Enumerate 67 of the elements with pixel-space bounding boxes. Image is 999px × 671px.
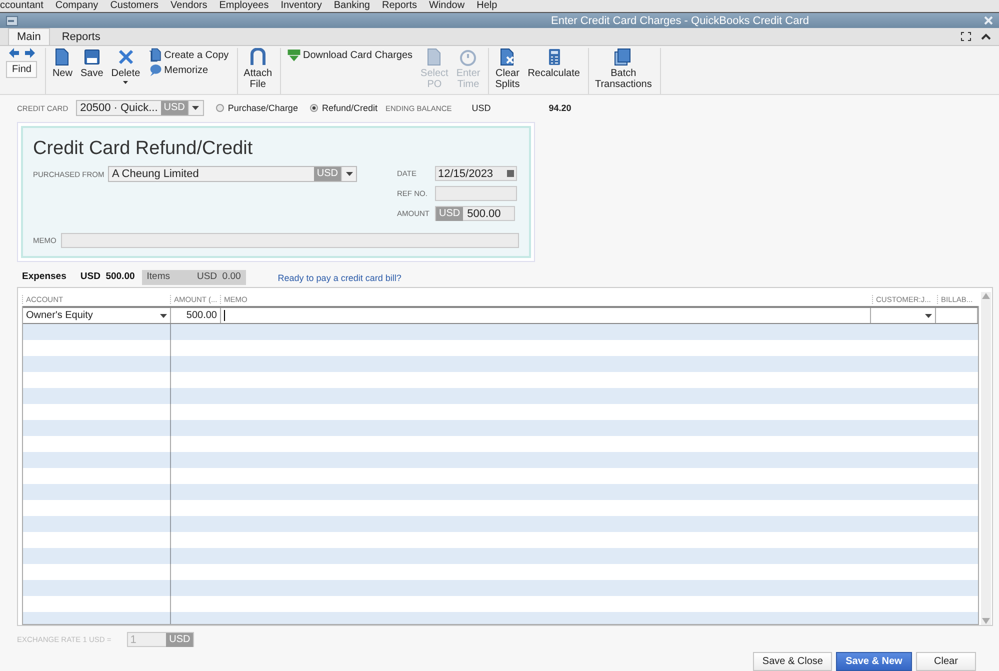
vendor-dropdown[interactable]: A Cheung Limited USD: [108, 166, 357, 182]
menu-item[interactable]: ccountant: [0, 0, 44, 12]
toolbar-button[interactable]: Recalculate: [528, 48, 580, 79]
menu-item[interactable]: Banking: [334, 0, 370, 12]
action-button[interactable]: Save & Close: [753, 652, 832, 671]
radio-button[interactable]: [216, 104, 224, 112]
action-button[interactable]: Save & New: [836, 652, 912, 671]
window-title: Enter Credit Card Charges - QuickBooks Credit Card: [550, 14, 810, 26]
date-field[interactable]: 12/15/2023: [435, 166, 517, 181]
ref-number-field[interactable]: [435, 186, 517, 201]
toolbar-button[interactable]: Attach File: [244, 48, 272, 90]
expand-icon[interactable]: [961, 32, 971, 41]
toolbar-button[interactable]: Delete: [111, 48, 140, 84]
menu-item[interactable]: Company: [55, 0, 98, 12]
credit-card-bill-link[interactable]: Ready to pay a credit card bill?: [278, 272, 402, 282]
menu-item[interactable]: Reports: [382, 0, 418, 12]
toolbar-button[interactable]: Memorize: [148, 63, 229, 77]
speech-bubble-icon: [148, 63, 162, 77]
menu-item[interactable]: Customers: [110, 0, 159, 12]
memo-field[interactable]: [61, 233, 519, 248]
ending-balance-value: 94.20: [548, 103, 572, 113]
stopwatch-icon: [459, 48, 478, 66]
toolbar-button[interactable]: Save: [80, 48, 104, 79]
toolbar-button[interactable]: Batch Transactions: [594, 48, 652, 90]
memo-cell[interactable]: [221, 308, 871, 323]
currency-code: USD: [472, 103, 491, 113]
toolbar-button[interactable]: Clear Splits: [495, 48, 520, 90]
stacked-documents-icon: [614, 48, 632, 66]
toolbar-button[interactable]: Create a Copy: [148, 48, 229, 62]
dropdown-arrow-icon[interactable]: [192, 106, 200, 110]
radio-button[interactable]: [310, 104, 318, 112]
find-button[interactable]: Find: [6, 61, 38, 78]
download-icon: [287, 48, 302, 62]
radio-option[interactable]: Purchase/Charge: [216, 103, 298, 113]
copy-icon: [148, 48, 162, 62]
toolbar-button[interactable]: Download Card Charges: [287, 48, 413, 62]
credit-card-dropdown[interactable]: 20500 · Quick... USD: [76, 100, 204, 116]
ribbon-tab[interactable]: Reports: [54, 29, 108, 45]
dropdown-arrow-icon[interactable]: [346, 172, 352, 176]
close-icon[interactable]: [984, 16, 993, 25]
document-icon: [425, 48, 444, 66]
dropdown-arrow-icon[interactable]: [925, 314, 932, 318]
cross-icon: [116, 48, 135, 66]
menu-item[interactable]: Employees: [219, 0, 269, 12]
split-tab[interactable]: Items USD 0.00: [142, 270, 246, 285]
scroll-down-icon[interactable]: [982, 618, 990, 624]
amount-field[interactable]: USD 500.00: [435, 206, 515, 221]
form-title: Credit Card Refund/Credit: [33, 138, 254, 160]
amount-cell[interactable]: 500.00: [171, 308, 221, 323]
menu-item[interactable]: Window: [429, 0, 465, 12]
account-dropdown[interactable]: Owner's Equity: [23, 308, 171, 323]
ribbon-tab[interactable]: Main: [8, 28, 50, 45]
caret-icon: [123, 81, 128, 84]
radio-option[interactable]: Refund/Credit: [310, 103, 378, 113]
dropdown-arrow-icon[interactable]: [160, 314, 167, 318]
menu-item[interactable]: Help: [476, 0, 498, 12]
vertical-scrollbar[interactable]: [981, 292, 991, 625]
back-arrow-icon[interactable]: [8, 48, 19, 58]
scroll-up-icon[interactable]: [982, 293, 990, 299]
toolbar-button[interactable]: New: [52, 48, 72, 79]
menu-item[interactable]: Vendors: [170, 0, 208, 12]
menu-item[interactable]: Inventory: [280, 0, 322, 12]
collapse-icon[interactable]: [981, 33, 991, 40]
document-icon: [53, 48, 72, 66]
forward-arrow-icon[interactable]: [24, 48, 35, 58]
window-menu-icon[interactable]: [6, 16, 18, 26]
action-button[interactable]: Clear: [916, 652, 976, 671]
